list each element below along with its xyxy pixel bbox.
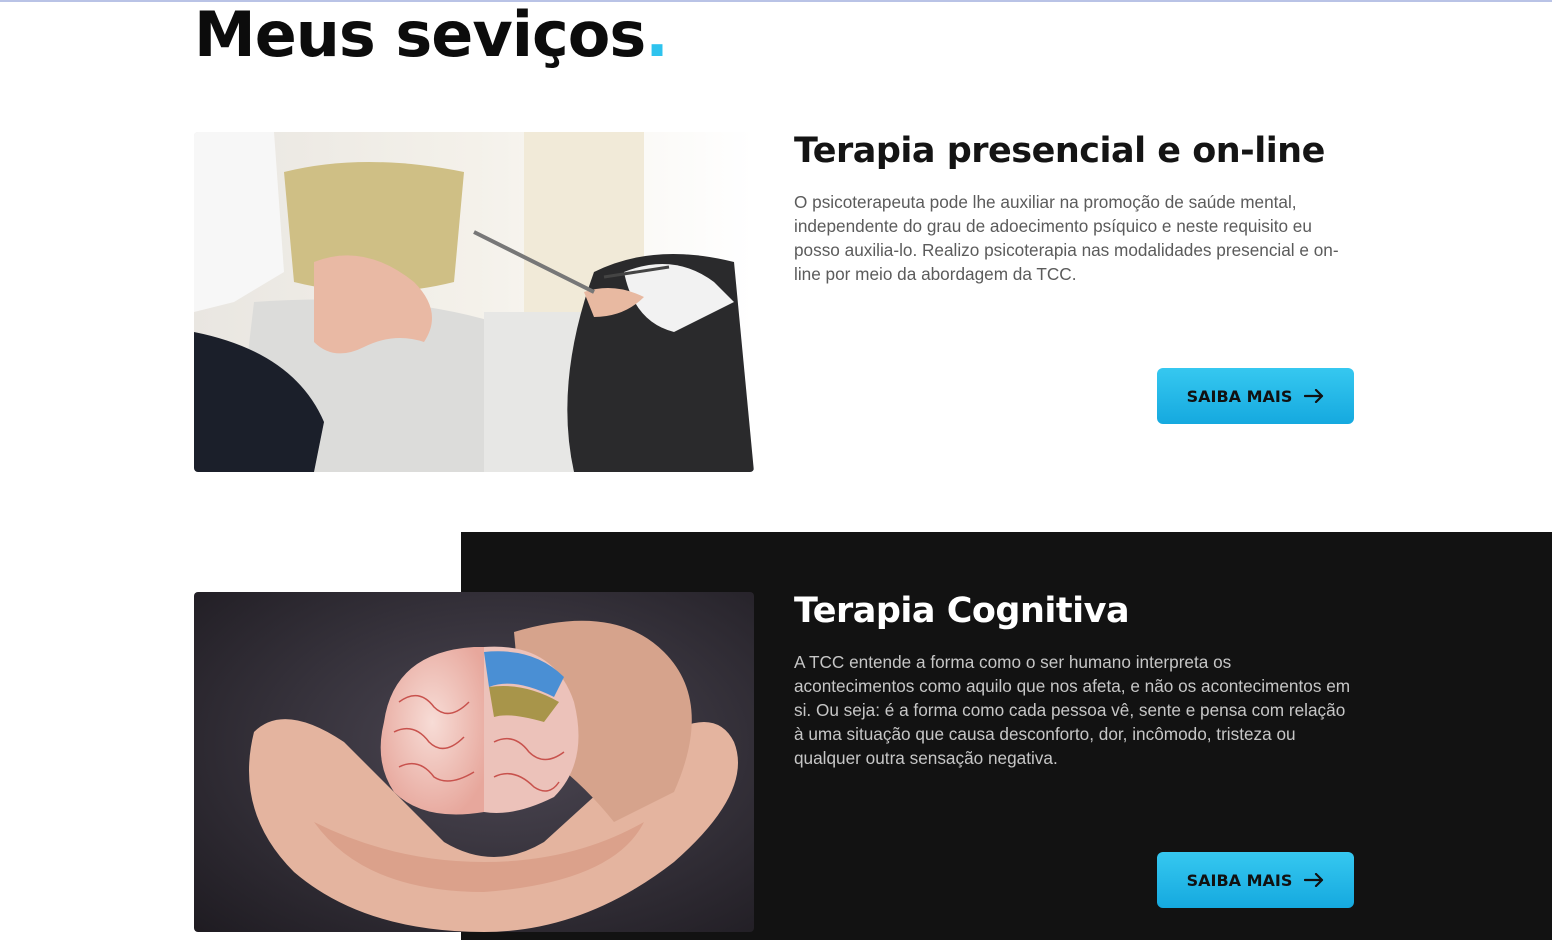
- brain-in-hands-image: [194, 592, 754, 932]
- service-description: A TCC entende a forma como o ser humano …: [794, 652, 1351, 768]
- service-description: O psicoterapeuta pode lhe auxiliar na pr…: [794, 192, 1339, 284]
- saiba-mais-label: SAIBA MAIS: [1186, 386, 1293, 406]
- page-title: Meus seviços.: [194, 0, 669, 71]
- saiba-mais-button[interactable]: SAIBA MAIS: [1157, 852, 1354, 908]
- page-title-dot: .: [645, 0, 669, 71]
- arrow-right-icon: [1304, 389, 1324, 403]
- therapy-session-image: [194, 132, 754, 472]
- saiba-mais-label: SAIBA MAIS: [1186, 870, 1293, 890]
- arrow-right-icon: [1304, 873, 1324, 887]
- saiba-mais-button[interactable]: SAIBA MAIS: [1157, 368, 1354, 424]
- service-title: Terapia Cognitiva: [794, 591, 1130, 631]
- page-title-text: Meus seviços: [194, 0, 646, 71]
- service-title: Terapia presencial e on-line: [794, 131, 1325, 171]
